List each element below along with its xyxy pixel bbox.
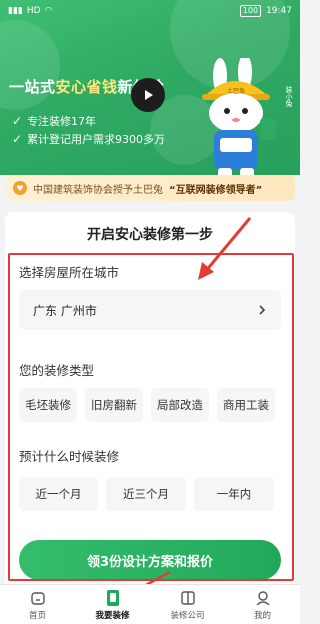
play-video-button[interactable] <box>131 78 165 112</box>
check-icon: ✓ <box>12 114 23 128</box>
tab-label: 我的 <box>253 610 271 621</box>
notice-text: 中国建筑装饰协会授予土巴兔 <box>33 184 163 196</box>
hero-banner[interactable]: 一站式安心省钱新体验 ✓ 专注装修17年 ✓ 累计登记用户需求9300多万 土巴… <box>0 0 300 175</box>
check-icon: ✓ <box>12 132 23 146</box>
tab-home[interactable]: 首页 <box>0 585 75 624</box>
tab-profile[interactable]: 我的 <box>225 585 300 624</box>
signal-icon: ▮▮▮ <box>8 6 23 16</box>
hero-bullet: ✓ 专注装修17年 <box>12 114 97 128</box>
notice-highlight: “互联网装修领导者” <box>169 184 263 196</box>
clock: 19:47 <box>266 6 292 16</box>
signal-label: HD <box>26 6 41 16</box>
home-icon <box>29 589 47 607</box>
status-bar: ▮▮▮ HD ◠ 100 19:47 <box>0 0 300 22</box>
annotation-box <box>8 253 294 581</box>
tab-renovate[interactable]: 我要装修 <box>75 585 150 624</box>
bottom-tab-bar: 首页 我要装修 装修公司 我的 <box>0 584 300 624</box>
play-icon <box>145 90 153 100</box>
award-icon: ♥ <box>13 181 27 195</box>
award-notice: ♥ 中国建筑装饰协会授予土巴兔 “互联网装修领导者” <box>5 175 295 201</box>
mascot-illustration: 土巴兔 <box>202 58 276 175</box>
tab-label: 我要装修 <box>95 610 130 621</box>
svg-text:土巴兔: 土巴兔 <box>227 87 245 95</box>
building-icon <box>179 589 197 607</box>
tab-companies[interactable]: 装修公司 <box>150 585 225 624</box>
tab-label: 首页 <box>28 610 46 621</box>
person-icon <box>254 589 272 607</box>
wifi-icon: ◠ <box>44 6 53 16</box>
hero-bullet: ✓ 累计登记用户需求9300多万 <box>12 132 166 146</box>
annotation-arrow-icon <box>198 217 252 280</box>
battery-icon: 100 <box>239 5 262 17</box>
renovate-icon <box>104 589 122 607</box>
tab-label: 装修公司 <box>170 610 205 621</box>
mascot-side-label: 装小兔 <box>285 86 293 107</box>
